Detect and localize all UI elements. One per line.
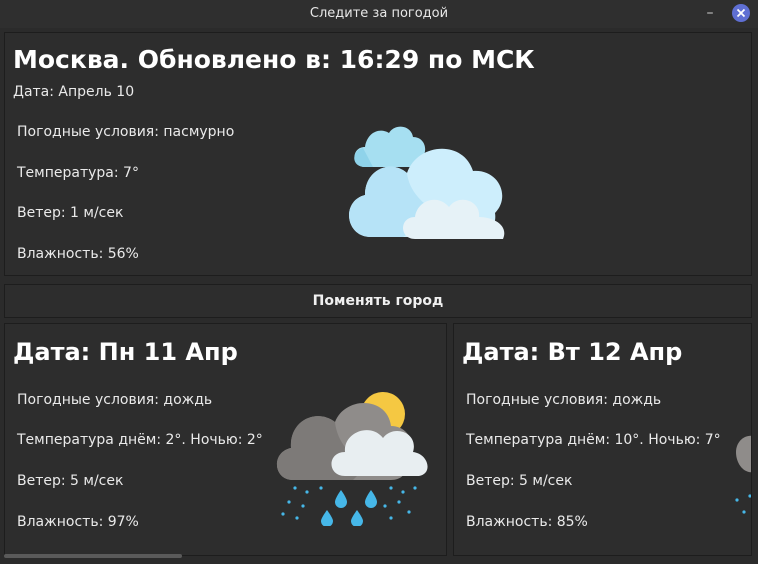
rain-icon bbox=[735, 435, 751, 514]
forecast-date-heading: Дата: Пн 11 Апр bbox=[13, 338, 238, 366]
current-city-heading: Москва. Обновлено в: 16:29 по МСК bbox=[13, 45, 535, 74]
horizontal-scrollbar[interactable] bbox=[4, 554, 182, 558]
window-title: Следите за погодой bbox=[309, 6, 449, 21]
forecast-card-day-1: Дата: Пн 11 Апр Погодные условия: дождь … bbox=[4, 323, 447, 556]
forecast-conditions: Погодные условия: дождь bbox=[466, 392, 662, 408]
forecast-conditions: Погодные условия: дождь bbox=[17, 392, 213, 408]
current-humidity: Влажность: 56% bbox=[17, 246, 139, 262]
forecast-temperature: Температура днём: 2°. Ночью: 2° bbox=[17, 432, 263, 448]
forecast-wind: Ветер: 5 м/сек bbox=[466, 473, 573, 489]
change-city-button[interactable]: Поменять город bbox=[4, 284, 752, 318]
current-temperature: Температура: 7° bbox=[17, 165, 139, 181]
current-weather-panel: Москва. Обновлено в: 16:29 по МСК Дата: … bbox=[4, 32, 752, 276]
forecast-date-heading: Дата: Вт 12 Апр bbox=[462, 338, 683, 366]
current-conditions: Погодные условия: пасмурно bbox=[17, 124, 235, 140]
forecast-temperature: Температура днём: 10°. Ночью: 7° bbox=[466, 432, 721, 448]
current-date: Дата: Апрель 10 bbox=[13, 84, 135, 100]
forecast-card-day-2: Дата: Вт 12 Апр Погодные условия: дождь … bbox=[453, 323, 752, 556]
close-icon bbox=[736, 8, 746, 18]
current-wind: Ветер: 1 м/сек bbox=[17, 205, 124, 221]
cloudy-icon bbox=[349, 126, 505, 239]
close-button[interactable] bbox=[732, 4, 750, 22]
minimize-button[interactable]: – bbox=[702, 4, 718, 22]
forecast-wind: Ветер: 5 м/сек bbox=[17, 473, 124, 489]
forecast-humidity: Влажность: 97% bbox=[17, 514, 139, 530]
forecast-humidity: Влажность: 85% bbox=[466, 514, 588, 530]
title-bar: Следите за погодой – bbox=[0, 0, 758, 28]
rain-icon bbox=[276, 392, 428, 526]
